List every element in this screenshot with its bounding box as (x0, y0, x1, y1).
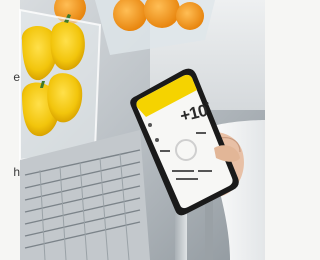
degree-symbol: ° (204, 99, 211, 111)
caption-fragment-1: e (13, 70, 20, 84)
orange-3 (176, 2, 204, 30)
temperature-readout: +10° (178, 99, 211, 126)
caption-fragment-2: h (13, 165, 20, 179)
